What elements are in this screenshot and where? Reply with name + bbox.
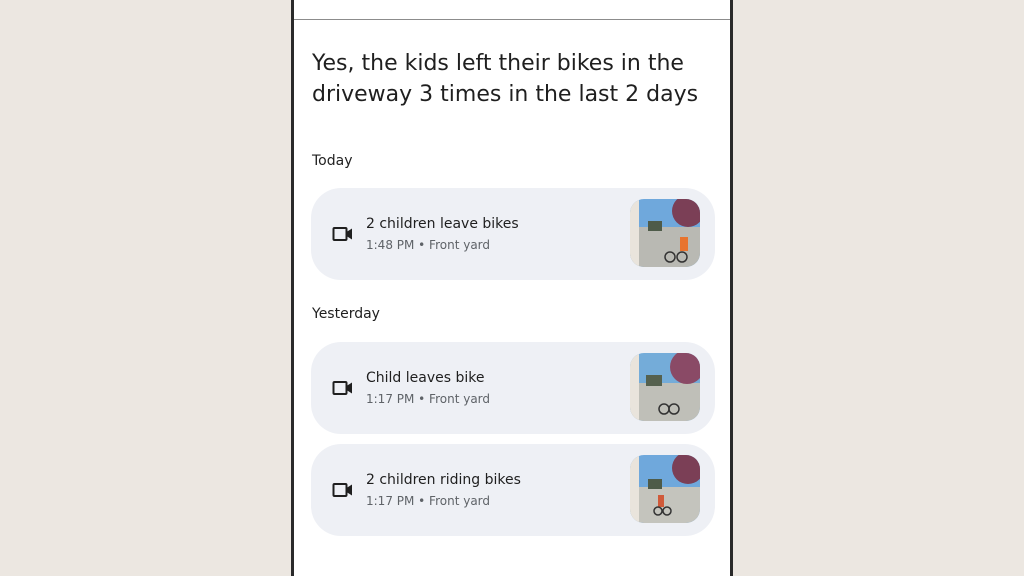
event-title: 2 children riding bikes <box>366 472 521 488</box>
video-camera-icon <box>332 381 352 395</box>
event-thumbnail[interactable] <box>630 455 700 523</box>
video-camera-icon <box>332 227 352 241</box>
event-meta: 1:17 PM • Front yard <box>366 392 491 406</box>
event-meta: 1:48 PM • Front yard <box>366 238 491 252</box>
event-thumbnail[interactable] <box>630 199 700 267</box>
answer-headline: Yes, the kids left their bikes in the dr… <box>312 51 699 107</box>
event-meta: 1:17 PM • Front yard <box>366 494 491 508</box>
section-label-yesterday: Yesterday <box>312 306 380 322</box>
event-card[interactable]: Child leaves bike 1:17 PM • Front yard <box>311 342 715 434</box>
phone-screen: Yes, the kids left their bikes in the dr… <box>291 0 733 576</box>
video-camera-icon <box>332 483 352 497</box>
event-title: 2 children leave bikes <box>366 216 519 232</box>
event-title: Child leaves bike <box>366 370 485 386</box>
top-divider <box>294 19 730 20</box>
event-card[interactable]: 2 children leave bikes 1:48 PM • Front y… <box>311 188 715 280</box>
event-thumbnail[interactable] <box>630 353 700 421</box>
section-label-today: Today <box>312 153 353 169</box>
event-card[interactable]: 2 children riding bikes 1:17 PM • Front … <box>311 444 715 536</box>
